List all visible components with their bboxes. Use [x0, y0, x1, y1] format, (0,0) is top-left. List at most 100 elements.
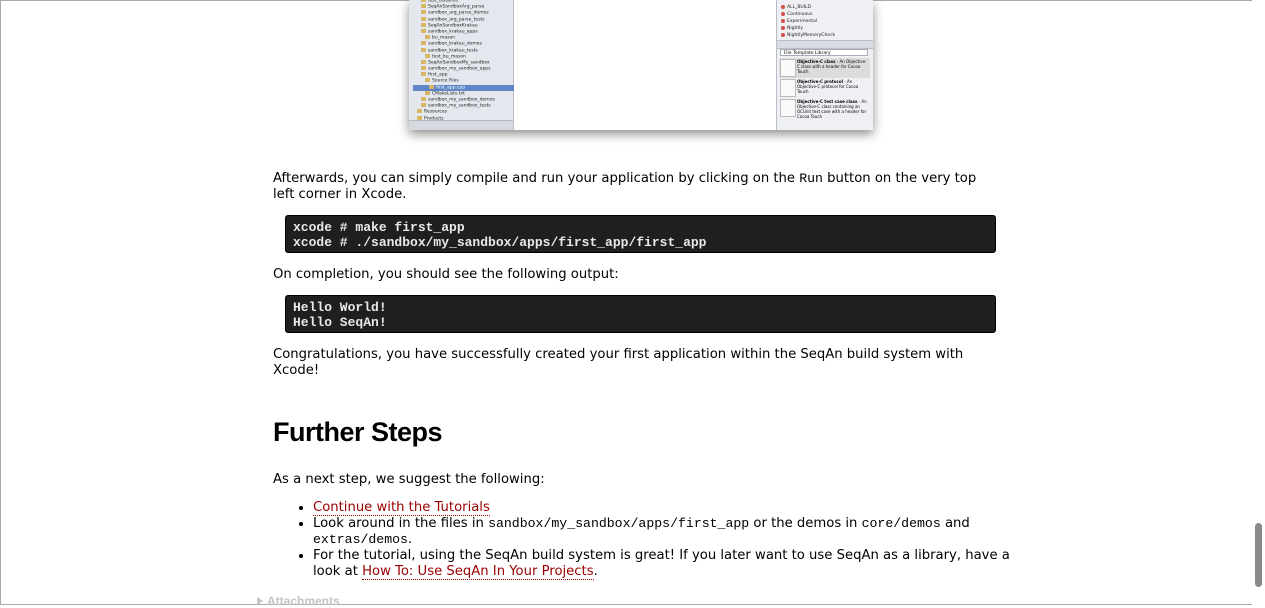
code-block-build: xcode # make first_app xcode # ./sandbox… [285, 215, 996, 253]
folder-icon [425, 90, 430, 95]
folder-icon [421, 10, 426, 15]
editor-area [514, 0, 776, 130]
folder-icon [417, 109, 422, 114]
target-label: Nightly [787, 26, 804, 31]
folder-icon [421, 4, 426, 9]
template-item: Objective-C class - An Objective-C class… [779, 58, 870, 78]
folder-icon [417, 115, 422, 120]
tree-item-label: sandbox_my_sandbox_tests [428, 103, 491, 109]
paragraph-completion: On completion, you should see the follow… [273, 267, 619, 282]
file-template-icon [780, 59, 796, 77]
library-selector: File Template Library [780, 49, 868, 56]
folder-icon [425, 78, 430, 83]
target-label: ALL_BUILD [787, 5, 812, 10]
tree-item-label: first_app [428, 72, 448, 78]
tree-item-label: SeqAnSandboxKrakau [428, 23, 478, 29]
target-item: NightlyMemoryCheck [781, 32, 835, 39]
paragraph-next-step: As a next step, we suggest the following… [273, 472, 545, 487]
template-text: Objective-C class - An Objective-C class… [797, 59, 867, 74]
text-segment: Look around in the files in [313, 516, 489, 531]
attachments-label: Attachments [267, 594, 340, 608]
list-item: Continue with the Tutorials [313, 500, 1033, 516]
vertical-scrollbar[interactable] [1252, 0, 1265, 605]
text-segment: . [593, 564, 598, 579]
attachments-toggle[interactable]: Attachments [257, 594, 340, 608]
folder-icon [429, 84, 434, 89]
target-label: Experimental [787, 19, 818, 24]
tree-item-label: sandbox_krakau_apps [428, 29, 478, 35]
list-item: Look around in the files in sandbox/my_s… [313, 516, 1033, 548]
folder-icon [421, 22, 426, 27]
folder-icon [421, 66, 426, 71]
code-line: xcode # ./sandbox/my_sandbox/apps/first_… [293, 235, 707, 250]
tree-item-label: Source Files [432, 78, 459, 84]
target-icon [781, 32, 785, 37]
file-tree: test_distance SeqAnSandboxArg_parse sandbo… [413, 0, 525, 122]
text-segment: . [407, 532, 413, 547]
file-template-icon [780, 79, 796, 97]
tree-item-label: CMakeLists.txt [432, 91, 465, 97]
paragraph-compile-run: Afterwards, you can simply compile and r… [273, 171, 993, 203]
text-segment: or the demos in [749, 516, 862, 531]
folder-icon [421, 103, 426, 108]
inline-code-path: sandbox/my_sandbox/apps/first_app [488, 516, 750, 531]
template-item: Objective-C protocol - An Objective-C pr… [779, 78, 870, 98]
tree-item-label: sandbox_krakau_demos [428, 41, 482, 47]
link-howto-use-seqan[interactable]: How To: Use SeqAn In Your Projects [362, 564, 594, 580]
target-icon [781, 11, 785, 16]
code-line: xcode # make first_app [293, 220, 465, 235]
navigator-footer [409, 120, 513, 130]
target-icon [781, 25, 785, 30]
list-item: For the tutorial, using the SeqAn build … [313, 548, 1033, 580]
folder-icon [425, 35, 430, 40]
folder-icon [425, 53, 430, 58]
text-segment: Afterwards, you can simply compile and r… [273, 171, 800, 186]
template-text: Objective-C test case class - An Objecti… [797, 99, 867, 119]
code-block-output: Hello World! Hello SeqAn! [285, 295, 996, 333]
inline-code-path: extras/demos [313, 532, 408, 547]
library-toolbar [777, 40, 873, 49]
disclosure-triangle-icon [257, 597, 263, 605]
folder-icon [421, 0, 426, 2]
target-membership-list: ALL_BUILD Continuous Experimental Nightly Ni… [781, 2, 835, 39]
scrollbar-thumb[interactable] [1255, 523, 1262, 587]
utilities-panel: ALL_BUILD Continuous Experimental Nightly Ni… [776, 0, 873, 130]
folder-icon [421, 59, 426, 64]
xcode-screenshot: test_distance SeqAnSandboxArg_parse sandbo… [409, 0, 873, 130]
next-steps-list: Continue with the Tutorials Look around … [273, 500, 1033, 580]
inline-code-run: Run [799, 171, 823, 186]
target-icon [781, 4, 785, 9]
target-item: Experimental [781, 18, 835, 25]
tree-item-label: sandbox_arg_parse_tests [428, 17, 485, 23]
target-label: Continuous [787, 12, 813, 17]
tree-item-label: test_distance [428, 0, 458, 4]
target-item: ALL_BUILD [781, 4, 835, 11]
target-item: Continuous [781, 11, 835, 18]
folder-icon [421, 41, 426, 46]
tree-item-label: first_app.cpp [436, 85, 466, 91]
tree-item-label: bu_mason [432, 35, 456, 41]
target-icon [781, 18, 785, 23]
file-template-icon [780, 99, 796, 117]
tree-item-label: sandbox_krakau_tests [428, 48, 478, 53]
template-item: Objective-C test case class - An Objecti… [779, 98, 870, 119]
project-navigator: test_distance SeqAnSandboxArg_parse sandbo… [409, 0, 525, 130]
link-continue-tutorials[interactable]: Continue with the Tutorials [313, 500, 490, 516]
code-line: Hello SeqAn! [293, 315, 387, 330]
tree-item-label: SeqAnSandboxMy_sandbox [428, 60, 490, 66]
section-heading-further-steps: Further Steps [273, 417, 443, 447]
tree-item-label: sandbox_my_sandbox_demos [428, 97, 495, 103]
folder-icon [421, 72, 426, 77]
folder-icon [421, 16, 426, 21]
folder-icon [421, 97, 426, 101]
tree-item-label: SeqAnSandboxArg_parse [428, 4, 485, 10]
text-segment: and [940, 516, 970, 531]
inline-code-path: core/demos [861, 516, 941, 531]
folder-icon [421, 47, 426, 52]
tree-item-label: sandbox_my_sandbox_apps [428, 66, 491, 72]
tree-item-label: test_bu_mason [432, 54, 466, 60]
paragraph-congratulations: Congratulations, you have successfully c… [273, 347, 964, 378]
tree-item-label: sandbox_arg_parse_demos [428, 10, 489, 16]
folder-icon [421, 28, 426, 33]
template-text: Objective-C protocol - An Objective-C pr… [797, 79, 859, 94]
